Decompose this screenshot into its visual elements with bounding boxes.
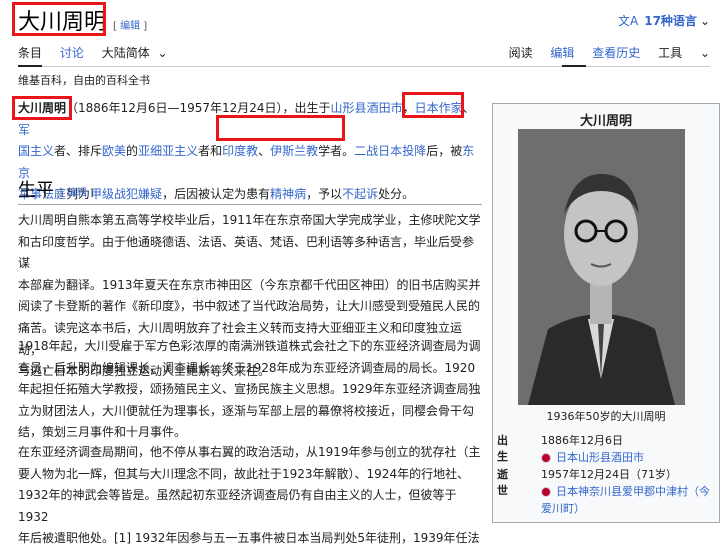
link-western[interactable]: 欧美	[102, 144, 126, 158]
tab-article[interactable]: 条目	[18, 46, 42, 60]
link-japan[interactable]: 日本	[378, 144, 402, 158]
page-tabs: 条目 讨论 大陆简体 ⌄ 阅读 编辑 查看历史 工具 ⌄	[18, 44, 710, 66]
link-mental-illness[interactable]: 精神病	[270, 187, 306, 201]
intro-text: 学者。	[318, 144, 355, 159]
translate-icon: 文A	[618, 14, 639, 28]
paragraph-line: 查员，后升职为编辑课长、调查课长，终于1928年成为东亚经济调查局的局长。192…	[18, 360, 476, 375]
tab-read[interactable]: 阅读	[509, 46, 533, 60]
language-selector[interactable]: 文A 17种语言 ⌄	[618, 12, 710, 29]
variant-selector[interactable]: 大陆简体	[102, 46, 150, 60]
portrait-photo[interactable]	[518, 129, 685, 405]
paragraph-line: 在东亚经济调查局期间，他不停从事右翼的政治活动，从1919年参与创立的犹存社（主	[18, 445, 481, 459]
photo-caption: 1936年50岁的大川周明	[546, 410, 666, 423]
tab-read-underline	[562, 65, 586, 67]
section-heading: 生平 [ 编辑 ]	[18, 176, 94, 202]
link-class-a[interactable]: 甲级战犯	[90, 187, 138, 201]
born-place-link[interactable]: 日本山形县酒田市	[556, 451, 644, 464]
paragraph-line: 1918年起，大川受雇于军方色彩浓厚的南满洲铁道株式会社之下的东亚经济调查局为调	[18, 339, 481, 353]
biography-paragraph-2: 1918年起，大川受雇于军方色彩浓厚的南满洲铁道株式会社之下的东亚经济调查局为调…	[18, 336, 482, 444]
portrait-figure	[518, 129, 685, 405]
link-suspect[interactable]: 嫌疑	[138, 187, 162, 201]
died-label: 逝世	[497, 468, 508, 497]
intro-text: ，后因被认定为患有	[162, 187, 271, 202]
paragraph-line: 阅读了卡登斯的著作《新印度》，书中叙述了当代政治局势，让大川感受到受殖民人民的	[18, 299, 481, 314]
died-place-link[interactable]: 日本神奈川县爱甲郡中津村（今	[556, 485, 710, 498]
link-militarism-2[interactable]: 国主义	[18, 144, 54, 158]
paragraph-line: 年起担任拓殖大学教授，颂扬殖民主义、宣扬民族主义思想。1929年东亚经济调查局独	[18, 382, 481, 397]
died-date: 1957年12月24日（71岁）	[541, 468, 677, 481]
tabs-divider	[18, 66, 710, 67]
title-edit-label[interactable]: 编辑	[120, 21, 140, 32]
paragraph-line: 立为财团法人，大川便就任为理事长，逐渐与军部上层的幕僚将校接近，同樱会骨干勾	[18, 403, 475, 418]
intro-text: 、	[462, 101, 475, 115]
paragraph-line: 本部雇为翻译。1913年夏天在东京市神田区（今东京都千代田区神田）的旧书店购买并	[18, 277, 481, 292]
tab-edit[interactable]: 编辑	[550, 46, 574, 60]
link-ww2[interactable]: 二战	[354, 144, 378, 158]
section-edit-label[interactable]: 编辑	[67, 188, 87, 199]
paragraph-line: 年后被遣职他处。[1] 1932年因参与五一五事件被日本当局判处5年徒刑，193…	[18, 531, 480, 546]
link-pan-asianism[interactable]: 亚细亚主义	[138, 144, 198, 158]
paragraph-line: 要人物为北一辉，但其与大川理念不同，故此社于1923年解散）、1924年的行地社…	[18, 466, 470, 481]
intro-text: 后，被	[426, 144, 463, 159]
intro-text: ，予以	[306, 187, 343, 202]
subject-name: 大川周明	[18, 101, 67, 115]
born-date: 1886年12月6日	[541, 434, 623, 447]
intro-text: （1886年12月6日—1957年12月24日），出生于	[66, 101, 331, 115]
title-edit-link[interactable]: [ 编辑 ]	[113, 21, 147, 32]
paragraph-line: 1932年的神武会等皆是。虽然起初东亚经济调查局仍有自由主义的人士，但彼等于19…	[18, 488, 457, 524]
intro-text: ，	[402, 101, 415, 115]
tab-history[interactable]: 查看历史	[592, 46, 640, 60]
language-count[interactable]: 17种语言	[644, 14, 697, 28]
japan-flag-icon	[541, 453, 551, 463]
link-surrender[interactable]: 投降	[402, 144, 426, 158]
born-label: 出生	[497, 434, 508, 463]
intro-text: 处分。	[378, 187, 415, 202]
page-title-text: 大川周明	[18, 10, 107, 35]
intro-text: 者、排斥	[54, 144, 103, 159]
paragraph-line: 大川周明自熊本第五高等学校毕业后，1911年在东京帝国大学完成学业，主修吠陀文学	[18, 213, 481, 227]
section-divider	[18, 204, 482, 205]
japan-flag-icon	[541, 487, 551, 497]
link-islam[interactable]: 伊斯兰教	[270, 144, 318, 158]
died-place-link-2[interactable]: 爱川町）	[541, 502, 585, 515]
intro-line-1: 大川周明（1886年12月6日—1957年12月24日），出生于山形县酒田市，日…	[18, 98, 482, 141]
link-militarism[interactable]: 军	[18, 123, 30, 137]
infobox: 大川周明 1936年50岁的大川周明 出生 1886年12月6日 日本山形县酒田…	[492, 103, 720, 523]
link-japanese-writer[interactable]: 日本作家	[415, 101, 463, 115]
link-hinduism[interactable]: 印度教	[222, 144, 258, 158]
link-sakata[interactable]: 酒田市	[367, 101, 403, 115]
link-non-prosecution[interactable]: 不起诉	[342, 187, 378, 201]
intro-text: 者和	[198, 144, 223, 159]
tab-article-underline	[18, 65, 42, 67]
chevron-down-icon: ⌄	[699, 14, 710, 28]
tab-talk[interactable]: 讨论	[60, 46, 84, 60]
page-title: 大川周明 [ 编辑 ]	[18, 4, 147, 36]
tools-menu[interactable]: 工具	[658, 46, 682, 60]
biography-paragraph-3: 在东亚经济调查局期间，他不停从事右翼的政治活动，从1919年参与创立的犹存社（主…	[18, 442, 482, 550]
intro-text: 的	[126, 144, 139, 159]
chevron-down-icon: ⌄	[696, 46, 710, 60]
paragraph-line: 结，策划三月事件和十月事件。	[18, 425, 187, 440]
intro-text: 、	[258, 144, 271, 159]
link-yamagata[interactable]: 山形县	[331, 101, 367, 115]
site-tagline: 维基百科，自由的百科全书	[18, 74, 150, 87]
section-heading-text: 生平	[18, 180, 54, 201]
chevron-down-icon: ⌄	[153, 46, 168, 60]
infobox-title: 大川周明	[579, 114, 632, 129]
section-edit-link[interactable]: [ 编辑 ]	[60, 188, 94, 199]
paragraph-line: 和古印度哲学。由于他通晓德语、法语、英语、梵语、巴利语等多种语言，毕业后受参谋	[18, 234, 475, 271]
